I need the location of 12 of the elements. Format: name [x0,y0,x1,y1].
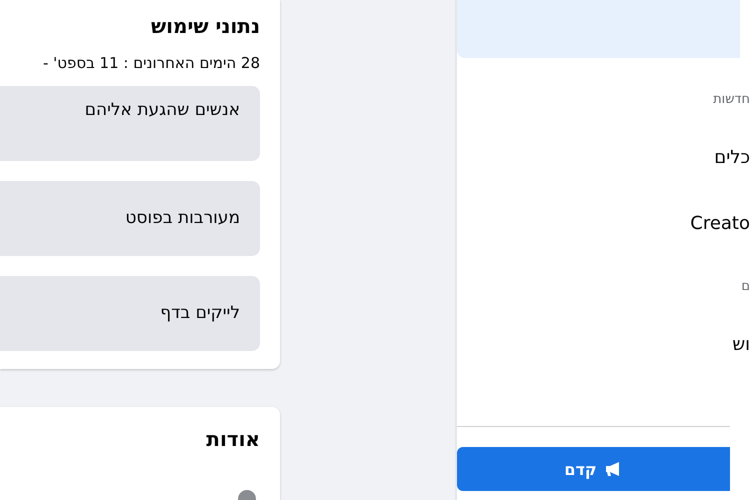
item-subtitle: ם [741,279,750,294]
menu-item[interactable]: וש [732,334,750,355]
stat-tile[interactable]: לייקים בדף [0,276,260,351]
menu-item[interactable]: Creato [690,213,750,234]
item-subtitle: חדשות [713,92,750,107]
card-title: אודות [205,427,260,451]
promote-button[interactable]: קדם [457,447,730,491]
stat-tile[interactable]: אנשים שהגעת אליהם [0,86,260,161]
menu-item[interactable]: כלים [714,147,750,168]
date-range: 28 הימים האחרונים : 11 בספט' - [42,54,260,72]
card-title: נתוני שימוש [150,14,260,38]
stat-tile[interactable]: מעורבות בפוסט [0,181,260,256]
